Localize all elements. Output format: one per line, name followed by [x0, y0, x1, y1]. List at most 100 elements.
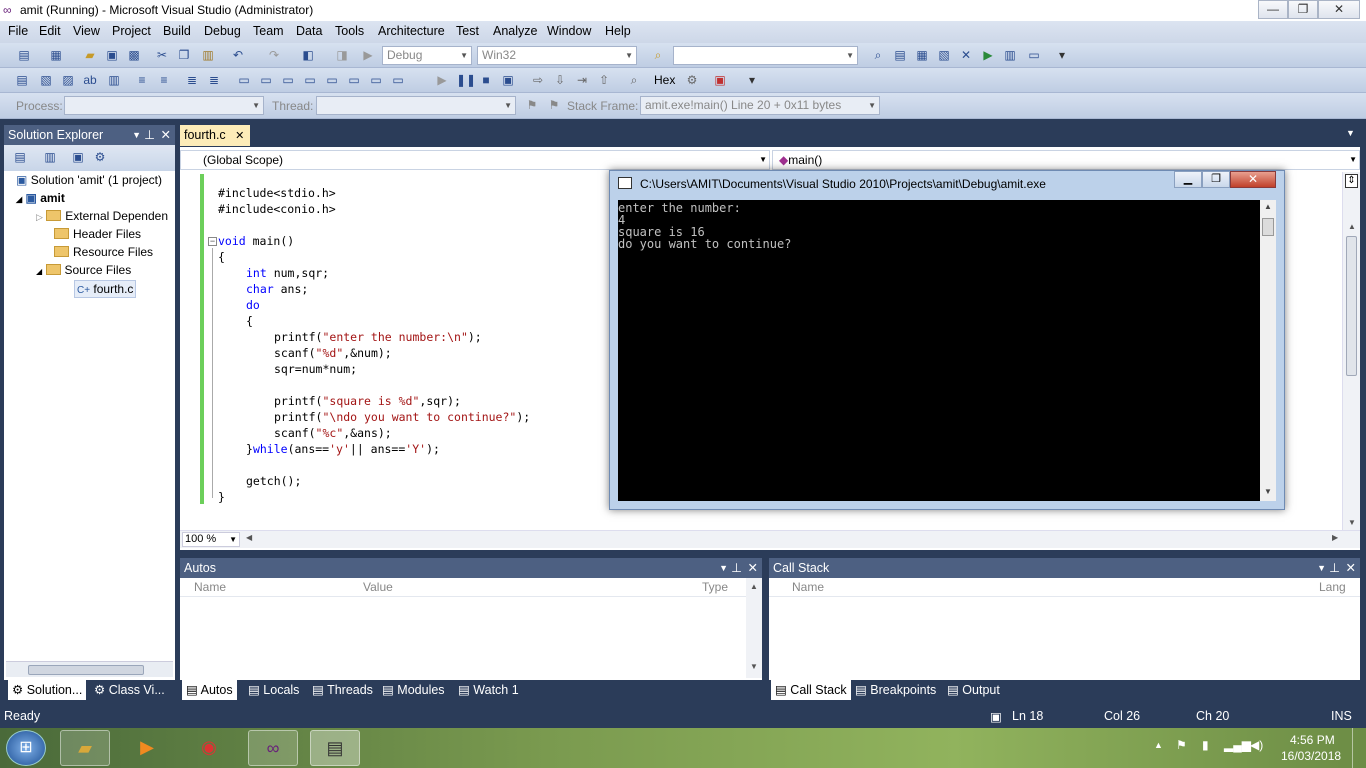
scope-dropdown[interactable]: (Global Scope) ▼: [180, 150, 770, 170]
console-output[interactable]: enter the number: 4 square is 16 do you …: [618, 200, 1260, 501]
console-scrollbar[interactable]: ▲ ▼: [1260, 200, 1276, 501]
scrollbar-thumb[interactable]: [1262, 218, 1274, 236]
code-line[interactable]: {: [246, 314, 253, 328]
tab-call-stack[interactable]: ▤ Call Stack: [771, 680, 851, 700]
show-all-files-icon[interactable]: ▥: [42, 150, 58, 165]
scroll-down-icon[interactable]: ▼: [1348, 518, 1356, 527]
decrease-indent-icon[interactable]: ≡: [134, 73, 150, 88]
code-line[interactable]: }: [218, 490, 225, 504]
tree-header-files[interactable]: Header Files: [54, 227, 141, 241]
close-icon[interactable]: ✕: [748, 558, 758, 578]
column-value[interactable]: Value: [363, 580, 393, 594]
code-line[interactable]: #include<stdio.h>: [218, 186, 336, 200]
console-close-button[interactable]: ✕: [1230, 171, 1276, 188]
quick-info-icon[interactable]: ▨: [60, 73, 76, 88]
close-icon[interactable]: ✕: [1346, 558, 1356, 578]
show-hidden-icons[interactable]: ▲: [1154, 740, 1163, 750]
tab-fourth-c[interactable]: fourth.c ✕: [180, 125, 250, 146]
scroll-down-icon[interactable]: ▼: [750, 662, 758, 671]
command-window-icon[interactable]: ▭: [1026, 48, 1042, 63]
editor-vertical-scrollbar[interactable]: ⇕ ▲ ▼: [1342, 172, 1360, 530]
menu-help[interactable]: Help: [605, 24, 631, 38]
menu-build[interactable]: Build: [163, 24, 191, 38]
step-into-icon[interactable]: ⇩: [552, 73, 568, 88]
close-tab-icon[interactable]: ✕: [235, 130, 244, 142]
menu-file[interactable]: File: [8, 24, 28, 38]
tab-output[interactable]: ▤ Output: [947, 680, 1000, 700]
menu-project[interactable]: Project: [112, 24, 151, 38]
thread-icon[interactable]: ⚙: [684, 73, 700, 88]
navigate-forward-icon[interactable]: ◨: [334, 48, 350, 63]
dropdown-icon[interactable]: ▼: [1317, 558, 1326, 578]
code-line[interactable]: printf("square is %d",sqr);: [274, 394, 461, 408]
step-out-icon[interactable]: ⇧: [596, 73, 612, 88]
uncomment-icon[interactable]: ≣: [206, 73, 222, 88]
properties-icon[interactable]: ▦: [914, 48, 930, 63]
horizontal-scrollbar[interactable]: [6, 661, 173, 677]
redo-icon[interactable]: ↷: [266, 48, 282, 63]
clear-bookmarks-icon[interactable]: ▭: [390, 73, 406, 88]
undo-icon[interactable]: ↶: [230, 48, 246, 63]
scroll-up-icon[interactable]: ▲: [1264, 202, 1272, 211]
pin-icon[interactable]: ⊥: [144, 125, 155, 145]
menu-window[interactable]: Window: [547, 24, 591, 38]
properties-icon[interactable]: ▤: [12, 150, 28, 165]
scroll-up-icon[interactable]: ▲: [750, 582, 758, 591]
code-line[interactable]: printf("enter the number:\n");: [274, 330, 482, 344]
find-combo[interactable]: ▼: [673, 46, 858, 65]
show-next-statement-icon[interactable]: ⇨: [530, 73, 546, 88]
toolbox-icon[interactable]: ✕: [958, 48, 974, 63]
stop-debugging-icon[interactable]: ■: [478, 73, 494, 88]
scroll-up-icon[interactable]: ▲: [1348, 222, 1356, 231]
restart-icon[interactable]: ▣: [500, 73, 516, 88]
paste-icon[interactable]: ▥: [200, 48, 216, 63]
menu-team[interactable]: Team: [253, 24, 284, 38]
tree-source-files[interactable]: ◢ Source Files: [36, 263, 131, 277]
continue-icon[interactable]: ▶: [434, 73, 450, 88]
code-line[interactable]: printf("\ndo you want to continue?");: [274, 410, 530, 424]
cut-icon[interactable]: ✂: [154, 48, 170, 63]
start-icon[interactable]: ▶: [360, 48, 376, 63]
solution-platform-dropdown[interactable]: Win32 ▼: [477, 46, 637, 65]
stack-frame-dropdown[interactable]: amit.exe!main() Line 20 + 0x11 bytes ▼: [640, 96, 880, 115]
navigate-backward-icon[interactable]: ◧: [300, 48, 316, 63]
pin-icon[interactable]: ⊥: [1329, 558, 1340, 578]
code-line[interactable]: char ans;: [246, 282, 308, 296]
tab-threads[interactable]: ▤ Threads: [312, 680, 373, 700]
tree-resource-files[interactable]: Resource Files: [54, 245, 153, 259]
tab-class-view[interactable]: ⚙ Class Vi...: [94, 680, 165, 700]
thread-dropdown[interactable]: ▼: [316, 96, 516, 115]
scrollbar-thumb[interactable]: [28, 665, 144, 675]
tree-project[interactable]: ◢ ▣ amit: [16, 191, 65, 205]
save-all-icon[interactable]: ▩: [126, 48, 142, 63]
autos-scrollbar[interactable]: ▲ ▼: [746, 578, 762, 678]
tree-external-dependencies[interactable]: ▷ External Dependen: [36, 209, 168, 223]
split-icon[interactable]: ⇕: [1345, 174, 1358, 188]
comment-icon[interactable]: ≣: [184, 73, 200, 88]
maximize-button[interactable]: ❐: [1288, 0, 1318, 19]
class-diagram-icon[interactable]: ⚙: [92, 150, 108, 165]
column-language[interactable]: Lang: [1319, 580, 1346, 594]
pin-icon[interactable]: ⊥: [731, 558, 742, 578]
next-bookmark-folder-icon[interactable]: ▭: [324, 73, 340, 88]
parameter-info-icon[interactable]: ▧: [38, 73, 54, 88]
column-type[interactable]: Type: [702, 580, 728, 594]
toolbar-overflow-icon[interactable]: ▾: [1054, 48, 1070, 63]
tab-solution-explorer[interactable]: ⚙ Solution...: [8, 680, 87, 700]
tab-modules[interactable]: ▤ Modules: [382, 680, 445, 700]
toggle-flag-icon[interactable]: ⚑: [524, 98, 540, 113]
copy-icon[interactable]: ❐: [176, 48, 192, 63]
process-dropdown[interactable]: ▼: [64, 96, 264, 115]
tab-list-dropdown-icon[interactable]: ▼: [1346, 128, 1355, 138]
add-item-icon[interactable]: ▦: [48, 48, 64, 63]
breakpoints-window-icon[interactable]: ▣: [712, 73, 728, 88]
bookmark-icon[interactable]: ▭: [236, 73, 252, 88]
find-icon[interactable]: ⌕: [870, 48, 886, 63]
step-over-icon[interactable]: ⇥: [574, 73, 590, 88]
solution-explorer-icon[interactable]: ▤: [892, 48, 908, 63]
code-line[interactable]: scanf("%c",&ans);: [274, 426, 392, 440]
console-taskbar-icon[interactable]: ▤: [310, 730, 360, 766]
menu-tools[interactable]: Tools: [335, 24, 364, 38]
console-minimize-button[interactable]: ▁: [1174, 171, 1202, 188]
code-line[interactable]: {: [218, 250, 225, 264]
